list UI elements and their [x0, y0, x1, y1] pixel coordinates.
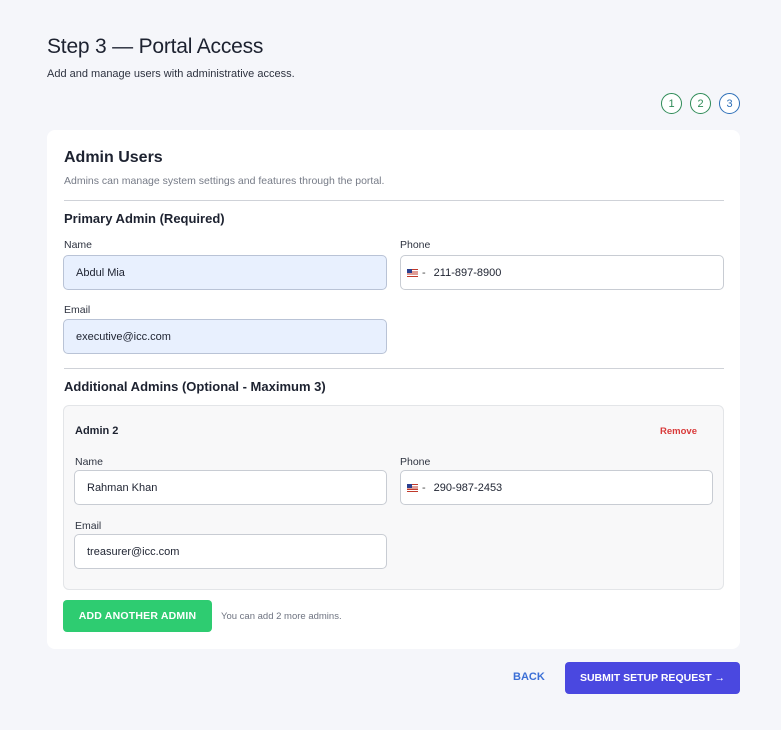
page-title: Step 3 — Portal Access: [47, 35, 264, 58]
us-flag-icon[interactable]: [407, 483, 418, 492]
primary-name-value: Abdul Mia: [76, 266, 125, 279]
back-button[interactable]: BACK: [513, 671, 545, 683]
primary-phone-input[interactable]: - 211-897-8900: [400, 255, 724, 290]
admin-2-title: Admin 2: [75, 425, 119, 437]
primary-email-value: executive@icc.com: [76, 330, 171, 343]
country-dropdown-icon: -: [422, 266, 426, 279]
add-another-admin-button[interactable]: ADD ANOTHER ADMIN: [63, 600, 212, 632]
step-3[interactable]: 3: [719, 93, 740, 114]
divider: [64, 368, 724, 369]
divider: [64, 200, 724, 201]
admin-2-name-value: Rahman Khan: [87, 481, 158, 494]
primary-email-label: Email: [64, 304, 91, 316]
step-indicator: 1 2 3: [661, 93, 740, 114]
primary-admin-section-title: Primary Admin (Required): [64, 211, 225, 226]
primary-phone-label: Phone: [400, 239, 431, 251]
additional-admins-section-title: Additional Admins (Optional - Maximum 3): [64, 379, 326, 394]
admin-2-name-label: Name: [75, 456, 104, 468]
admin-2-email-label: Email: [75, 520, 102, 532]
admin-2-phone-input[interactable]: - 290-987-2453: [400, 470, 713, 505]
country-dropdown-icon: -: [422, 481, 426, 494]
admin-2-email-input[interactable]: treasurer@icc.com: [74, 534, 387, 569]
step-1[interactable]: 1: [661, 93, 682, 114]
remove-admin-button[interactable]: Remove: [660, 426, 697, 437]
admin-2-email-value: treasurer@icc.com: [87, 545, 180, 558]
primary-name-input[interactable]: Abdul Mia: [63, 255, 387, 290]
admin-users-card: Admin Users Admins can manage system set…: [47, 130, 740, 649]
add-admin-hint: You can add 2 more admins.: [221, 611, 342, 622]
admin-2-phone-value: 290-987-2453: [433, 481, 503, 494]
card-title: Admin Users: [64, 149, 163, 166]
step-2[interactable]: 2: [690, 93, 711, 114]
primary-email-input[interactable]: executive@icc.com: [63, 319, 387, 354]
admin-2-name-input[interactable]: Rahman Khan: [74, 470, 387, 505]
us-flag-icon[interactable]: [407, 268, 418, 277]
primary-name-label: Name: [64, 239, 93, 251]
admin-2-box: Admin 2 Remove Name Rahman Khan Phone - …: [63, 405, 724, 590]
admin-2-phone-label: Phone: [400, 456, 431, 468]
primary-phone-value: 211-897-8900: [433, 266, 502, 279]
submit-setup-request-button[interactable]: SUBMIT SETUP REQUEST →: [565, 662, 740, 694]
page-subtitle: Add and manage users with administrative…: [47, 68, 295, 80]
card-description: Admins can manage system settings and fe…: [64, 175, 385, 187]
